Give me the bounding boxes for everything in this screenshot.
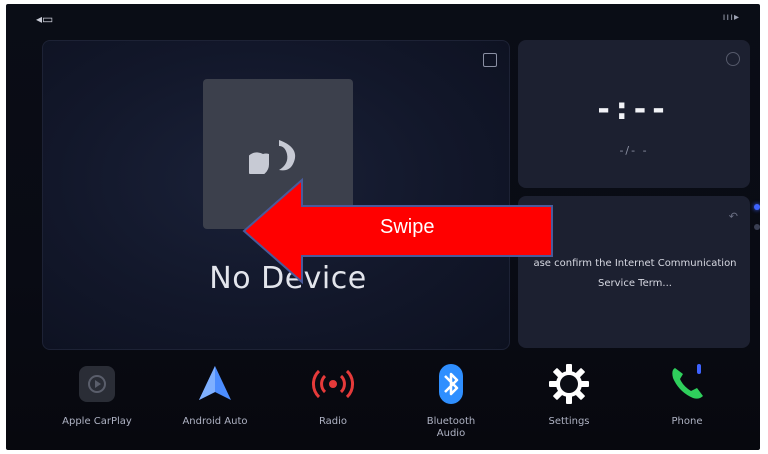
- dock-label: Android Auto: [182, 416, 248, 427]
- dock-label: Radio: [318, 416, 348, 427]
- app-dock: Apple CarPlay Android Auto Radio Bluetoo…: [42, 356, 750, 446]
- dock-android-auto[interactable]: Android Auto: [160, 356, 270, 428]
- phone-icon: [663, 360, 711, 408]
- android-auto-icon: [191, 360, 239, 408]
- dock-phone[interactable]: Phone: [632, 356, 742, 428]
- music-logo-icon: [249, 136, 296, 174]
- dock-label: Bluetooth Audio: [426, 416, 476, 439]
- page-indicator: [754, 204, 760, 254]
- gear-icon: [545, 360, 593, 408]
- clock-date: -/- -: [619, 144, 649, 157]
- back-arrow-icon[interactable]: ↶: [729, 210, 738, 223]
- clock-widget[interactable]: -:-- -/- -: [518, 40, 750, 188]
- page-dot: [754, 224, 760, 230]
- bluetooth-icon: [427, 360, 475, 408]
- source-switch-icon[interactable]: [483, 53, 497, 67]
- dock-apple-carplay[interactable]: Apple CarPlay: [42, 356, 152, 428]
- page-dot-active: [754, 204, 760, 210]
- carplay-icon: [73, 360, 121, 408]
- clock-settings-icon[interactable]: [726, 52, 740, 66]
- dock-radio[interactable]: Radio: [278, 356, 388, 428]
- phone-mirror-icon: ◂▭: [36, 12, 54, 26]
- signal-icon: ııı▸: [722, 12, 740, 23]
- dock-bluetooth-audio[interactable]: Bluetooth Audio: [396, 356, 506, 440]
- notification-text: ase confirm the Internet Communication S…: [533, 258, 737, 289]
- clock-time: -:--: [597, 92, 671, 127]
- dock-settings[interactable]: Settings: [514, 356, 624, 428]
- status-bar: ◂▭ ııı▸: [6, 4, 760, 36]
- dock-label: Apple CarPlay: [62, 416, 132, 427]
- dock-label: Phone: [671, 416, 703, 427]
- radio-icon: [309, 360, 357, 408]
- dock-label: Settings: [548, 416, 590, 427]
- swipe-label: Swipe: [380, 216, 435, 238]
